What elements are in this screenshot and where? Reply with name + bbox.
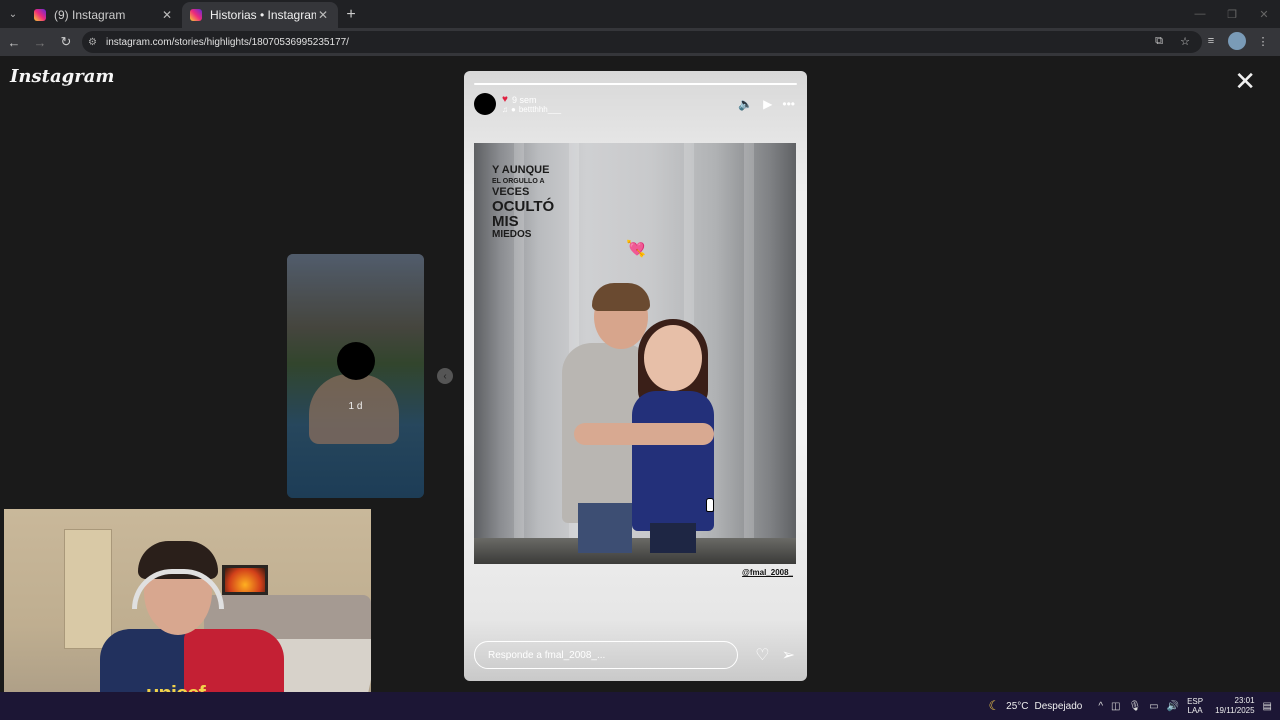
volume-icon[interactable]: 🔈: [738, 97, 753, 111]
windows-taskbar: ☾ 25°C Despejado ^ ◫ 🎙 ▭ 🔊 ESP LAA 23:01…: [0, 692, 1280, 720]
temperature: 25°C: [1006, 700, 1029, 712]
lang-bottom: LAA: [1187, 706, 1203, 715]
play-icon[interactable]: ▶: [763, 97, 772, 111]
profile-avatar[interactable]: [1228, 32, 1246, 50]
instagram-favicon-icon: [34, 9, 46, 21]
lang-top: ESP: [1187, 697, 1204, 706]
tab-label: Historias • Instagram: [210, 8, 316, 22]
preview-avatar: [337, 342, 375, 380]
mouse-cursor: [706, 498, 714, 512]
minimize-icon[interactable]: —: [1184, 0, 1216, 28]
heart-arrow-sticker-icon: 💘: [626, 241, 646, 258]
webcam-overlay: unicef: [4, 509, 371, 720]
bookmark-star-icon[interactable]: ☆: [1176, 32, 1194, 50]
close-tab-icon[interactable]: ✕: [316, 8, 330, 22]
story-meta: ♥ 9 sem: [502, 94, 536, 105]
audio-icon: ♫: [502, 105, 508, 114]
caption-line: VECES: [492, 186, 530, 198]
story-header: ♥ 9 sem ♫ ● bettthhh___ 🔈 ▶ •••: [474, 93, 797, 117]
close-tab-icon[interactable]: ✕: [160, 8, 174, 22]
webcam-fireplace-tv: [222, 565, 268, 595]
girl-legs: [650, 523, 696, 553]
chevron-up-icon[interactable]: ^: [1098, 701, 1103, 712]
photo-floor: [474, 538, 796, 564]
install-app-icon[interactable]: ⧉: [1150, 32, 1168, 50]
boy-hair: [592, 283, 650, 311]
story-caption: Y AUNQUE EL ORGULLO A VECES OCULTÓ MIS M…: [492, 165, 554, 240]
instagram-logo[interactable]: Instagram: [10, 66, 114, 87]
mention-tag[interactable]: @fmal_2008_: [742, 568, 793, 577]
like-heart-icon[interactable]: ♡: [755, 645, 769, 665]
previous-arrow-icon[interactable]: ‹: [437, 368, 453, 384]
previous-story-preview[interactable]: 1 d: [287, 254, 424, 498]
reload-icon[interactable]: ↻: [54, 30, 78, 54]
network-icon[interactable]: ▭: [1149, 701, 1158, 712]
girl-head: [644, 325, 702, 391]
curtain-fold: [744, 143, 754, 564]
hugging-arms: [574, 423, 714, 445]
active-story: ♥ 9 sem ♫ ● bettthhh___ 🔈 ▶ ••• Y AUNQUE: [464, 71, 807, 681]
share-send-icon[interactable]: ➢: [782, 645, 795, 665]
caption-line: MIS: [492, 213, 519, 230]
caption-line: Y AUNQUE: [492, 164, 550, 176]
scrollbar[interactable]: [1270, 56, 1280, 692]
site-info-icon[interactable]: ⚙: [88, 37, 100, 48]
speaker-icon[interactable]: 🔊: [1167, 701, 1179, 712]
clock[interactable]: 23:01 19/11/2025: [1215, 696, 1254, 716]
reply-actions: ♡ ➢: [755, 645, 795, 665]
input-language[interactable]: ESP LAA: [1187, 697, 1203, 715]
notifications-icon[interactable]: ▤: [1263, 701, 1272, 712]
close-stories-icon[interactable]: ✕: [1234, 68, 1256, 94]
caption-line: MIEDOS: [492, 229, 532, 240]
tab-search-chevron-icon[interactable]: ⌄: [0, 0, 26, 28]
address-bar[interactable]: ⚙ instagram.com/stories/highlights/18070…: [82, 31, 1202, 53]
weather-widget[interactable]: ☾ 25°C Despejado: [989, 698, 1083, 714]
story-author-avatar[interactable]: [474, 93, 496, 115]
tab-instagram[interactable]: (9) Instagram ✕: [26, 2, 182, 28]
audio-user-icon: ●: [511, 105, 516, 114]
highlight-heart-icon: ♥: [502, 94, 508, 105]
boy-legs: [578, 503, 632, 553]
browser-tab-strip: ⌄ (9) Instagram ✕ Historias • Instagram …: [0, 0, 1280, 28]
story-audio-attribution[interactable]: ♫ ● bettthhh___: [502, 105, 561, 114]
reply-input[interactable]: Responde a fmal_2008_...: [474, 641, 738, 669]
system-tray: ☾ 25°C Despejado ^ ◫ 🎙 ▭ 🔊 ESP LAA 23:01…: [989, 692, 1273, 720]
clock-date: 19/11/2025: [1215, 706, 1255, 715]
girl-figure: [632, 391, 714, 531]
restore-icon[interactable]: ❐: [1216, 0, 1248, 28]
url-text: instagram.com/stories/highlights/1807053…: [106, 36, 349, 48]
app-tray-icon[interactable]: ◫: [1111, 701, 1120, 712]
microphone-icon[interactable]: 🎙: [1128, 701, 1141, 712]
toolbar-actions: ⧉ ☆ ≡ ⋮: [1150, 32, 1272, 50]
more-options-icon[interactable]: •••: [782, 97, 795, 111]
story-controls: 🔈 ▶ •••: [738, 97, 795, 111]
story-photo: Y AUNQUE EL ORGULLO A VECES OCULTÓ MIS M…: [474, 143, 796, 564]
forward-icon[interactable]: →: [28, 30, 52, 54]
story-progress-bar: [474, 83, 797, 85]
media-control-icon[interactable]: ≡: [1202, 32, 1220, 50]
preview-time: 1 d: [348, 401, 363, 412]
webcam-cabinet: [64, 529, 112, 649]
window-controls: — ❐ ✕: [1184, 0, 1280, 28]
clock-time: 23:01: [1234, 696, 1255, 705]
back-icon[interactable]: ←: [2, 30, 26, 54]
instagram-favicon-icon: [190, 9, 202, 21]
new-tab-button[interactable]: +: [338, 2, 364, 28]
tab-historias[interactable]: Historias • Instagram ✕: [182, 2, 338, 28]
window-close-icon[interactable]: ✕: [1248, 0, 1280, 28]
weather-text: Despejado: [1034, 700, 1083, 712]
reply-row: Responde a fmal_2008_... ♡ ➢: [474, 641, 797, 669]
caption-line: OCULTÓ: [492, 198, 555, 215]
moon-icon: ☾: [988, 698, 1001, 713]
tab-label: (9) Instagram: [54, 8, 126, 22]
story-time: 9 sem: [511, 94, 537, 105]
caption-line: EL ORGULLO A: [492, 178, 545, 185]
browser-toolbar: ← → ↻ ⚙ instagram.com/stories/highlights…: [0, 28, 1280, 56]
menu-kebab-icon[interactable]: ⋮: [1254, 32, 1272, 50]
audio-user: bettthhh___: [518, 105, 562, 114]
